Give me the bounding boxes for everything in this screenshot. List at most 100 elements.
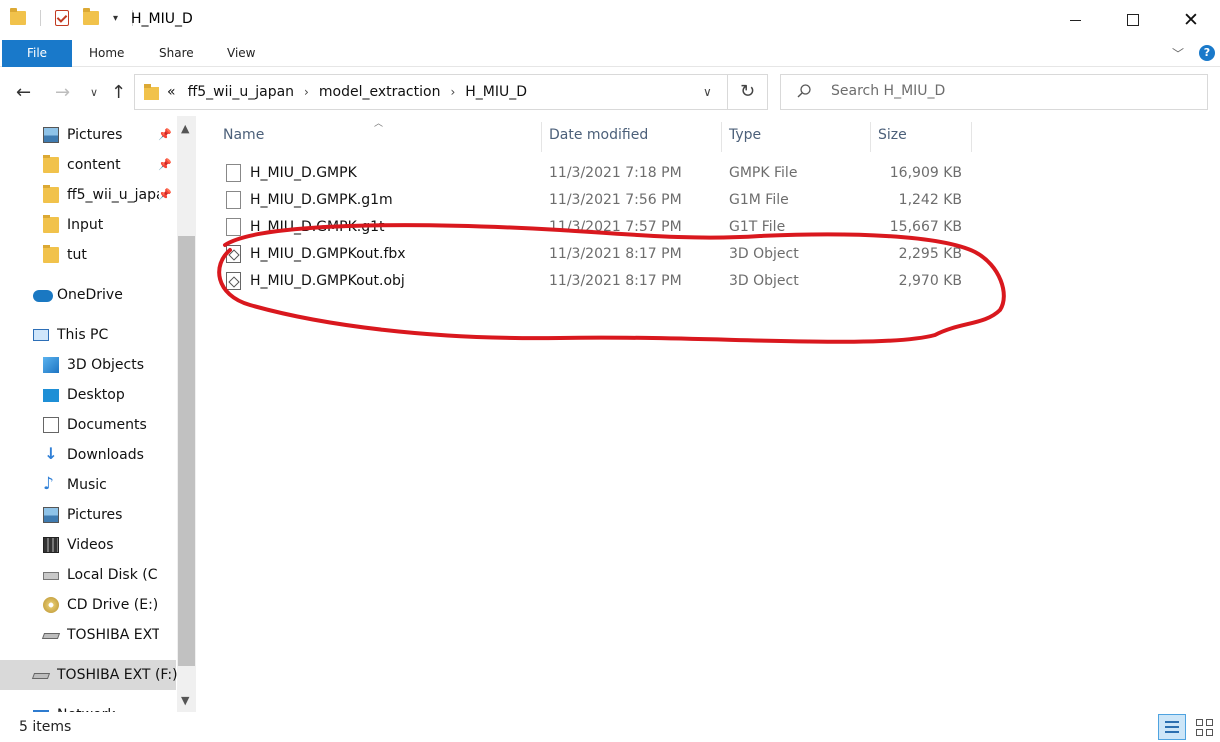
address-bar[interactable]: « ff5_wii_u_japan › model_extraction › H… [134, 74, 728, 110]
videos-icon [43, 537, 59, 553]
help-icon[interactable]: ? [1199, 45, 1215, 61]
sidebar-item-downloads[interactable]: ↓ Downloads [0, 440, 176, 470]
breadcrumb: « ff5_wii_u_japan › model_extraction › H… [167, 84, 527, 100]
ribbon-tabs: File Home Share View ﹀ ? [0, 40, 1220, 67]
tab-view[interactable]: View [227, 40, 255, 67]
scroll-up-chevron-icon[interactable]: ▲ [181, 122, 189, 135]
breadcrumb-chevron-icon[interactable]: › [450, 85, 455, 99]
column-divider[interactable] [541, 122, 542, 152]
pictures-icon [43, 507, 59, 523]
file-size: 1,242 KB [898, 192, 962, 208]
sidebar-item-label: Music [67, 477, 107, 493]
file-date-modified: 11/3/2021 8:17 PM [549, 273, 682, 289]
item-count: 5 items [19, 719, 72, 735]
column-header-type[interactable]: Type [729, 127, 761, 143]
generic-file-icon [226, 164, 241, 182]
search-box[interactable] [780, 74, 1208, 110]
large-icons-view-button[interactable] [1190, 714, 1218, 740]
file-name: H_MIU_D.GMPKout.fbx [250, 246, 406, 262]
minimize-button[interactable] [1046, 0, 1104, 40]
close-button[interactable]: ✕ [1162, 0, 1220, 40]
expand-ribbon-chevron-icon[interactable]: ﹀ [1172, 45, 1184, 62]
maximize-button[interactable] [1104, 0, 1162, 40]
properties-icon[interactable] [55, 10, 69, 26]
scrollbar-thumb[interactable] [178, 236, 195, 666]
sidebar-item-toshiba-ext-f[interactable]: TOSHIBA EXT (F:) [0, 620, 176, 650]
column-header-size[interactable]: Size [878, 127, 907, 143]
address-history-chevron-icon[interactable]: ∨ [703, 85, 712, 99]
pin-icon: 📌 [158, 158, 172, 171]
documents-icon [43, 417, 59, 433]
file-date-modified: 11/3/2021 8:17 PM [549, 246, 682, 262]
file-type: GMPK File [729, 165, 798, 181]
status-bar: 5 items [0, 712, 1220, 742]
sidebar-item-label: tut [67, 247, 87, 263]
refresh-button[interactable]: ↻ [728, 74, 768, 110]
column-divider[interactable] [721, 122, 722, 152]
sidebar-item-music[interactable]: ♪ Music [0, 470, 176, 500]
sidebar-item-label: OneDrive [57, 287, 123, 303]
breadcrumb-item[interactable]: model_extraction [319, 84, 441, 100]
sidebar-item-this-pc[interactable]: This PC [0, 320, 176, 350]
column-header-date-modified[interactable]: Date modified [549, 127, 648, 143]
back-arrow-icon[interactable]: ← [16, 82, 31, 103]
sidebar-scrollbar[interactable]: ▲ ▼ [177, 116, 196, 716]
file-type: G1T File [729, 219, 786, 235]
file-type: G1M File [729, 192, 789, 208]
generic-file-icon [226, 191, 241, 209]
sidebar-item-onedrive[interactable]: OneDrive [0, 280, 176, 310]
sidebar-item-input[interactable]: Input [0, 210, 176, 240]
sidebar-item-cd-drive-e[interactable]: CD Drive (E:) [0, 590, 176, 620]
column-divider[interactable] [870, 122, 871, 152]
column-header-name[interactable]: Name [223, 127, 264, 143]
sidebar-item-ff5-wii-u-japan[interactable]: ff5_wii_u_japan 📌 [0, 180, 176, 210]
file-name: H_MIU_D.GMPKout.obj [250, 273, 405, 289]
sidebar-item-content[interactable]: content 📌 [0, 150, 176, 180]
up-arrow-icon[interactable]: ↑ [111, 82, 126, 103]
column-divider[interactable] [971, 122, 972, 152]
sidebar-item-videos[interactable]: Videos [0, 530, 176, 560]
external-drive-icon [41, 633, 61, 639]
search-input[interactable] [831, 83, 1191, 99]
file-row[interactable]: H_MIU_D.GMPKout.obj 11/3/2021 8:17 PM 3D… [222, 268, 982, 295]
scroll-down-chevron-icon[interactable]: ▼ [181, 694, 189, 707]
sidebar-item-local-disk-c[interactable]: Local Disk (C:) [0, 560, 176, 590]
breadcrumb-item[interactable]: H_MIU_D [465, 84, 527, 100]
file-size: 2,970 KB [898, 273, 962, 289]
3d-object-file-icon [226, 245, 241, 263]
breadcrumb-overflow[interactable]: « [167, 84, 176, 100]
sidebar-item-label: Pictures [67, 507, 123, 523]
tab-file[interactable]: File [2, 40, 72, 67]
pin-icon: 📌 [158, 128, 172, 141]
file-size: 16,909 KB [889, 165, 962, 181]
file-row[interactable]: H_MIU_D.GMPK.g1m 11/3/2021 7:56 PM G1M F… [222, 187, 982, 214]
sidebar-item-label: Documents [67, 417, 147, 433]
pin-icon: 📌 [158, 188, 172, 201]
file-row[interactable]: H_MIU_D.GMPK 11/3/2021 7:18 PM GMPK File… [222, 160, 982, 187]
tab-home[interactable]: Home [89, 40, 124, 67]
sidebar-item-3d-objects[interactable]: 3D Objects [0, 350, 176, 380]
folder-icon [43, 185, 59, 203]
sidebar-item-documents[interactable]: Documents [0, 410, 176, 440]
breadcrumb-item[interactable]: ff5_wii_u_japan [188, 84, 294, 100]
file-date-modified: 11/3/2021 7:18 PM [549, 165, 682, 181]
customize-toolbar-chevron-icon[interactable]: ▾ [113, 13, 118, 24]
sidebar-item-pictures-pinned[interactable]: Pictures 📌 [0, 120, 176, 150]
tab-share[interactable]: Share [159, 40, 194, 67]
recent-locations-chevron-icon[interactable]: ∨ [90, 86, 98, 99]
sidebar-item-toshiba-ext-f-root[interactable]: TOSHIBA EXT (F:) [0, 660, 177, 690]
sidebar-item-pictures[interactable]: Pictures [0, 500, 176, 530]
breadcrumb-chevron-icon[interactable]: › [304, 85, 309, 99]
file-row[interactable]: H_MIU_D.GMPK.g1t 11/3/2021 7:57 PM G1T F… [222, 214, 982, 241]
details-view-button[interactable] [1158, 714, 1186, 740]
refresh-icon: ↻ [739, 81, 756, 102]
file-row[interactable]: H_MIU_D.GMPKout.fbx 11/3/2021 8:17 PM 3D… [222, 241, 982, 268]
external-drive-icon [31, 673, 51, 679]
forward-arrow-icon[interactable]: → [55, 82, 70, 103]
sidebar-item-desktop[interactable]: Desktop [0, 380, 176, 410]
sidebar-item-tut[interactable]: tut [0, 240, 176, 270]
maximize-icon [1127, 14, 1139, 26]
new-folder-icon[interactable] [83, 8, 99, 25]
pictures-icon [43, 127, 59, 143]
column-headers: ︿ Name Date modified Type Size [196, 116, 1220, 156]
